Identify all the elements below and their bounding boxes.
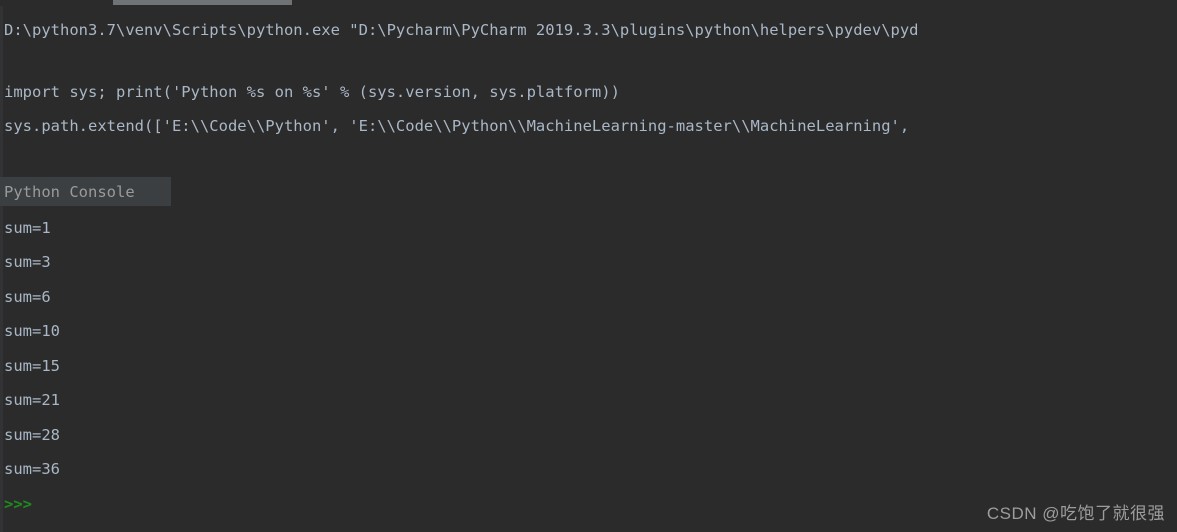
horizontal-scrollbar-thumb[interactable] (113, 0, 292, 5)
python-console-label-text: Python Console (4, 182, 135, 201)
console-output-line: sum=28 (4, 426, 60, 444)
python-console-label: Python Console (0, 177, 171, 206)
console-output-line: sum=21 (4, 391, 60, 409)
console-output-line: sum=6 (4, 288, 51, 306)
python-console-window: D:\python3.7\venv\Scripts\python.exe "D:… (0, 0, 1177, 532)
console-output-line: sum=3 (4, 253, 51, 271)
console-prompt[interactable]: >>> (4, 495, 32, 513)
console-command-line-syspath-extend: sys.path.extend(['E:\\Code\\Python', 'E:… (4, 117, 910, 135)
csdn-watermark: CSDN @吃饱了就很强 (986, 504, 1165, 523)
console-output-area[interactable]: D:\python3.7\venv\Scripts\python.exe "D:… (0, 6, 1177, 532)
console-output-line: sum=36 (4, 460, 60, 478)
console-output-line: sum=10 (4, 322, 60, 340)
console-command-line-import-sys: import sys; print('Python %s on %s' % (s… (4, 83, 620, 101)
console-output-line: sum=15 (4, 357, 60, 375)
console-command-line-interpreter-path: D:\python3.7\venv\Scripts\python.exe "D:… (4, 21, 919, 39)
console-output-line: sum=1 (4, 219, 51, 237)
